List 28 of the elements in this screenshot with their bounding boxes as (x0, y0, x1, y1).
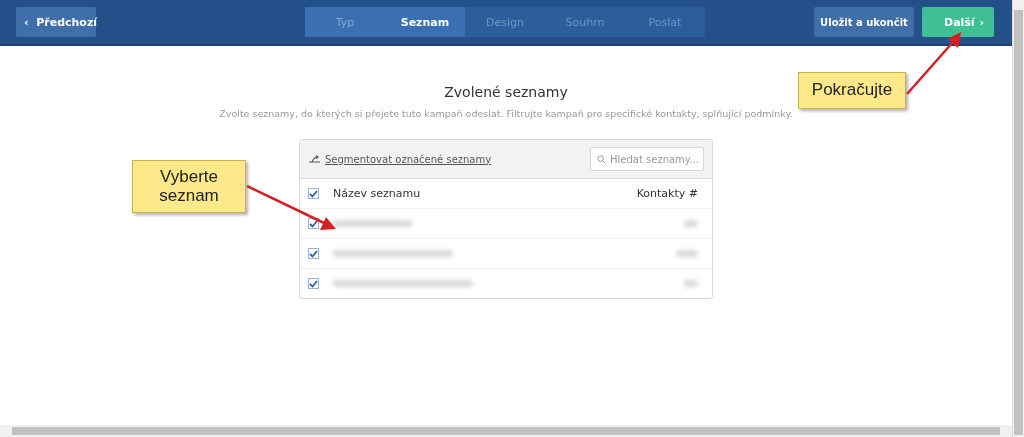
step-tab[interactable]: Poslat (625, 7, 705, 37)
search-icon (597, 155, 606, 164)
blurred-text (684, 220, 698, 227)
segment-icon (308, 155, 321, 163)
checkbox[interactable] (308, 278, 319, 289)
blurred-text (676, 250, 698, 257)
arrow (906, 32, 961, 95)
column-header: Název seznamu (333, 187, 421, 200)
search-field[interactable]: Hledat seznamy... (590, 147, 704, 171)
segment-link[interactable]: Segmentovat označené seznamy (325, 153, 492, 165)
checkbox[interactable] (308, 248, 319, 259)
callout-note: Pokračujte (798, 72, 906, 109)
step-tab[interactable]: Souhrn (545, 7, 625, 37)
column-header: Kontakty # (636, 187, 698, 200)
step-tab[interactable]: Typ (305, 7, 385, 37)
section-title: Zvolené seznamy (444, 84, 568, 100)
section-description: Zvolte seznamy, do kterých si přejete tuto kampaň odeslat. Filtrujte kampaň pro specifické kontakty, splňující podmínky. (219, 108, 793, 119)
save-button[interactable]: Uložit a ukončit (814, 7, 914, 37)
blurred-text (684, 280, 698, 287)
step-tab[interactable]: Design (465, 7, 545, 37)
vertical-scrollbar[interactable] (1012, 0, 1024, 437)
checkbox[interactable] (308, 218, 319, 229)
callout-note: Vyberte seznam (132, 160, 246, 213)
step-tab[interactable]: Seznam (385, 7, 465, 37)
checkbox[interactable] (308, 188, 319, 199)
horizontal-scrollbar[interactable] (0, 425, 1012, 437)
previous-button[interactable]: ‹ Předchozí (16, 7, 96, 37)
next-button[interactable]: Další › (922, 7, 994, 37)
